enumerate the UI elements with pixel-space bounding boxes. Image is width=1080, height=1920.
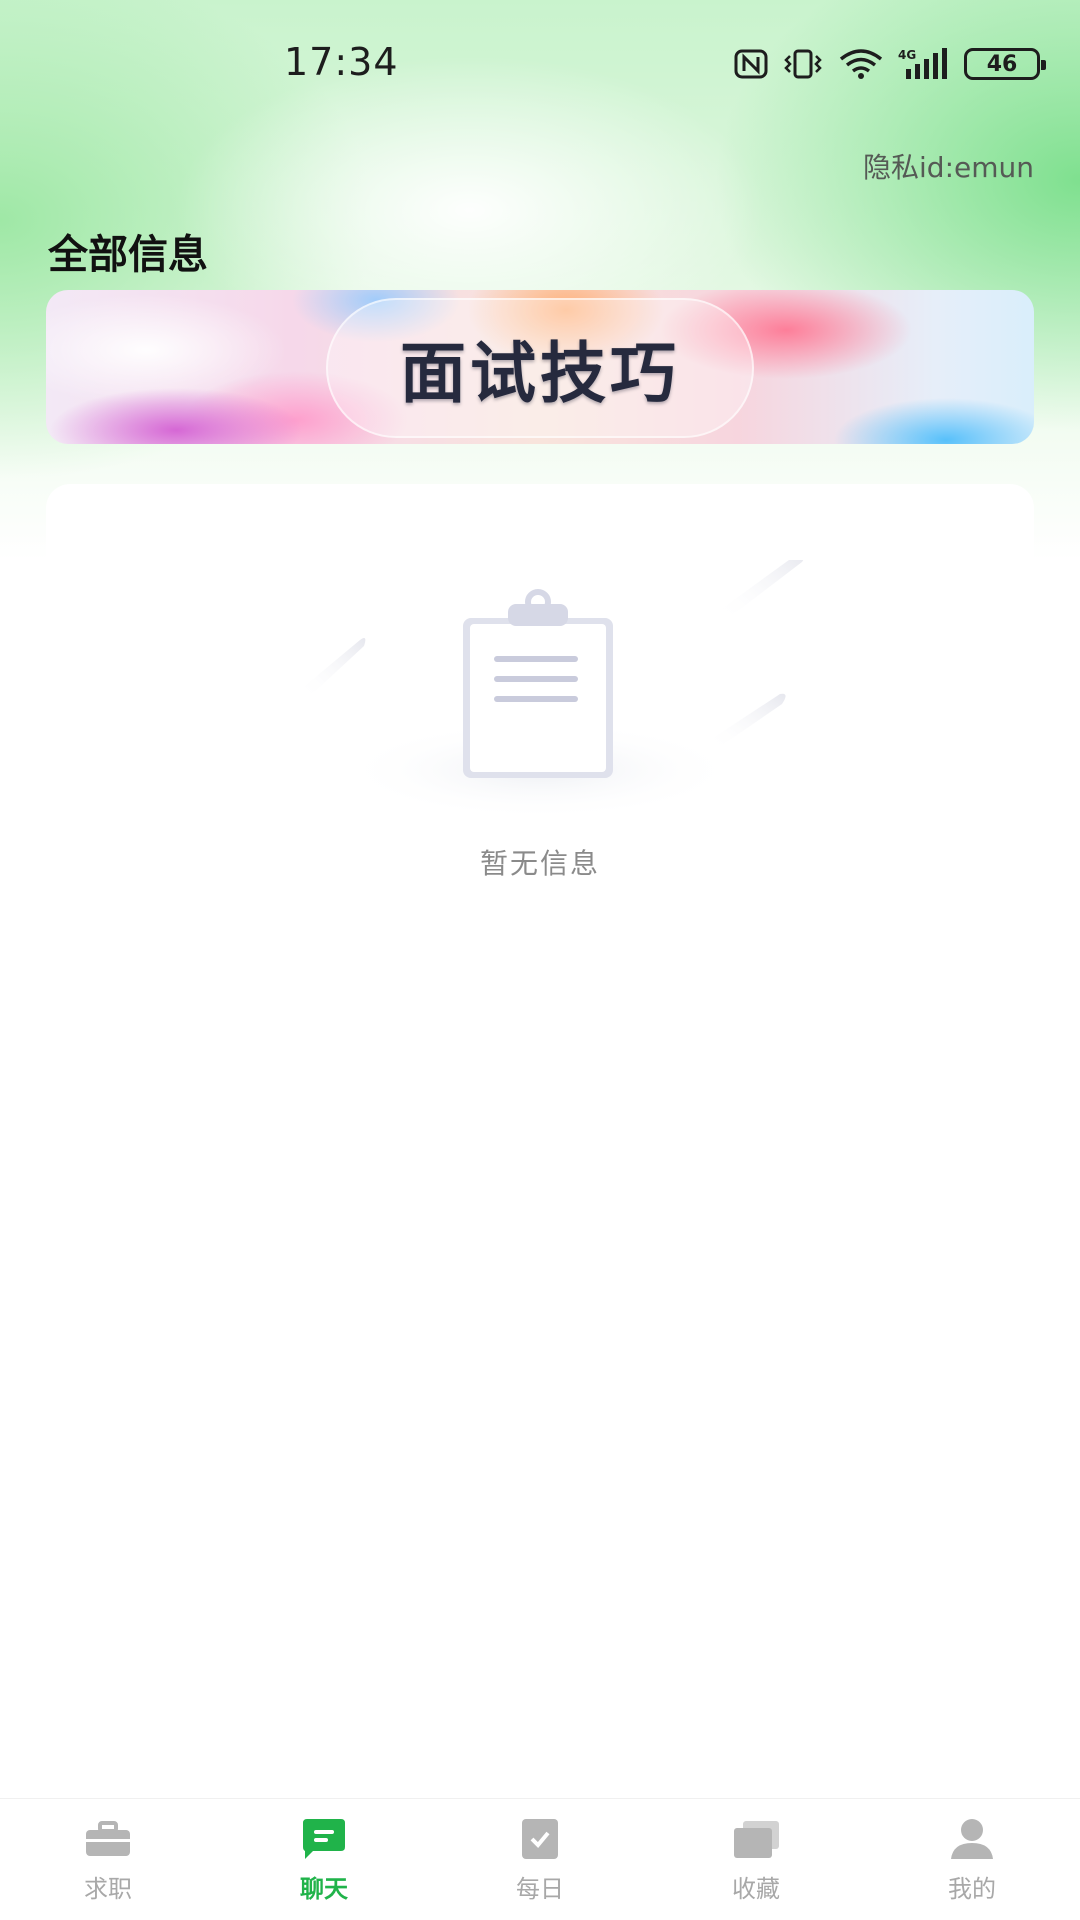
tab-label: 每日 <box>516 1875 564 1903</box>
status-bar: 17:34 4G 46 <box>0 0 1080 126</box>
signal-4g-icon: 4G <box>898 48 947 79</box>
bottom-tab-bar: 求职 聊天 每日 收藏 我的 <box>0 1798 1080 1920</box>
tab-job-search[interactable]: 求职 <box>0 1799 216 1920</box>
tab-chat[interactable]: 聊天 <box>216 1799 432 1920</box>
banner-text: 面试技巧 <box>400 335 680 412</box>
tab-mine[interactable]: 我的 <box>864 1799 1080 1920</box>
status-time: 17:34 <box>284 40 399 84</box>
collection-icon <box>734 1821 779 1858</box>
wifi-icon <box>839 49 883 79</box>
status-icons: 4G 46 <box>734 44 1046 84</box>
tab-daily[interactable]: 每日 <box>432 1799 648 1920</box>
tab-label: 我的 <box>948 1875 996 1903</box>
briefcase-icon <box>86 1821 130 1856</box>
clipboard-icon <box>300 560 804 820</box>
tab-collection[interactable]: 收藏 <box>648 1799 864 1920</box>
banner-pill: 面试技巧 <box>326 298 754 438</box>
tab-label: 收藏 <box>732 1875 780 1903</box>
svg-text:4G: 4G <box>898 48 916 62</box>
privacy-id: 隐私id:emun <box>863 151 1034 184</box>
interview-tips-banner[interactable]: 面试技巧 <box>46 290 1034 444</box>
tab-label: 聊天 <box>300 1875 348 1903</box>
nfc-icon <box>734 49 768 79</box>
page-title: 全部信息 <box>48 232 208 278</box>
chat-screen: 17:34 4G 46 隐私id:emun 全部信息 面试技巧 暂无信息 求职 … <box>0 0 1080 1920</box>
daily-check-icon <box>522 1819 558 1859</box>
battery-level: 46 <box>986 51 1018 77</box>
chat-icon <box>303 1819 345 1859</box>
user-icon <box>951 1819 993 1859</box>
battery-icon: 46 <box>964 48 1046 80</box>
vibrate-icon <box>784 49 822 79</box>
tab-label: 求职 <box>84 1875 132 1903</box>
empty-state-text: 暂无信息 <box>479 847 600 880</box>
